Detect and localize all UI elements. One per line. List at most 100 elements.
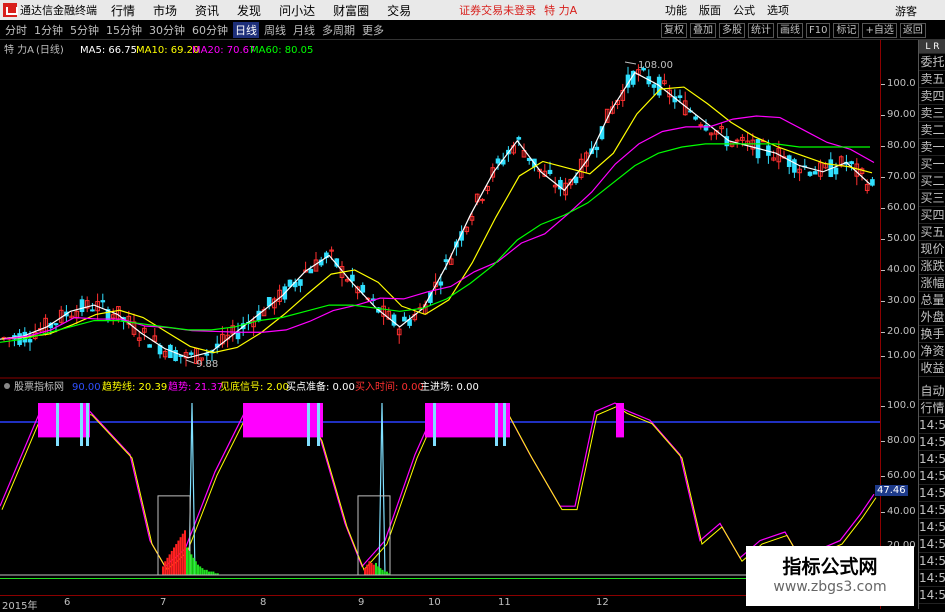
menu-item-trade[interactable]: 交易 <box>387 2 411 19</box>
histogram-bar <box>372 564 375 575</box>
sidebar-tab2-7[interactable]: 14:5 <box>919 502 945 519</box>
ytick-100: 100.0 <box>881 78 916 89</box>
sidebar-tab-4[interactable]: 卖二 <box>919 122 945 139</box>
candle-body <box>573 176 579 184</box>
sidebar-tab-3[interactable]: 卖三 <box>919 105 945 122</box>
period-60min[interactable]: 60分钟 <box>190 22 230 38</box>
sidebar-tab-0[interactable]: 委托 <box>919 54 945 71</box>
stats-button[interactable]: 统计 <box>748 23 774 38</box>
menu-item-quotes[interactable]: 行情 <box>111 2 135 19</box>
period-15min[interactable]: 15分钟 <box>104 22 144 38</box>
menu-item-function[interactable]: 功能 <box>665 2 687 18</box>
ma60-label: MA60: 80.05 <box>250 45 313 56</box>
ma5-line <box>0 71 871 359</box>
login-warning[interactable]: 证券交易未登录 <box>459 2 536 18</box>
indicator-field-4: 买点准备: 0.00 <box>286 380 355 393</box>
period-monthly[interactable]: 月线 <box>291 22 317 38</box>
menu-item-discover[interactable]: 发现 <box>237 2 261 19</box>
sidebar-tab2-10[interactable]: 14:5 <box>919 553 945 570</box>
sidebar-tab2-5[interactable]: 14:5 <box>919 468 945 485</box>
period-tick[interactable]: 分时 <box>3 22 29 38</box>
sidebar-tab-13[interactable]: 涨幅 <box>919 275 945 292</box>
period-more[interactable]: 更多 <box>360 22 386 38</box>
sidebar-tab2-4[interactable]: 14:5 <box>919 451 945 468</box>
histogram-bar <box>192 557 195 575</box>
multi-stock-button[interactable]: 多股 <box>719 23 745 38</box>
menu-item-formula[interactable]: 公式 <box>733 2 755 18</box>
candle-body <box>495 158 501 164</box>
candle-body <box>90 309 95 312</box>
candle-body <box>402 316 407 322</box>
sidebar-tab2-11[interactable]: 14:5 <box>919 570 945 587</box>
adjust-button[interactable]: 复权 <box>661 23 687 38</box>
menu-item-ask[interactable]: 问小达 <box>279 2 315 19</box>
sidebar-tab-9[interactable]: 买四 <box>919 207 945 224</box>
sidebar-tab-8[interactable]: 买三 <box>919 190 945 207</box>
indicator-legend: 股票指标网 90.00 趋势线: 20.39 趋势: 21.37 见底信号: 2… <box>4 380 479 393</box>
ytick-70: 70.00 <box>881 171 916 182</box>
ytick-10: 10.00 <box>881 350 916 361</box>
sidebar-tab-1[interactable]: 卖五 <box>919 71 945 88</box>
sidebar-tab-6[interactable]: 买一 <box>919 156 945 173</box>
sidebar-tab2-8[interactable]: 14:5 <box>919 519 945 536</box>
sidebar-tab-10[interactable]: 买五 <box>919 224 945 241</box>
sidebar-tab2-3[interactable]: 14:5 <box>919 434 945 451</box>
chart-canvas[interactable]: 特 力A (日线) MA5: 66.75 MA10: 69.20 MA20: 7… <box>0 40 880 595</box>
histogram-bar <box>375 562 377 575</box>
back-button[interactable]: 返回 <box>899 23 926 38</box>
mark-button[interactable]: 标记 <box>833 23 860 38</box>
draw-line-button[interactable]: 画线 <box>777 23 803 38</box>
f10-button[interactable]: F10 <box>806 23 831 38</box>
sidebar-tab-16[interactable]: 换手 <box>919 326 945 343</box>
guest-label[interactable]: 游客 <box>895 3 917 19</box>
menu-item-news[interactable]: 资讯 <box>195 2 219 19</box>
sidebar-tab-14[interactable]: 总量 <box>919 292 945 309</box>
sidebar-tab-2[interactable]: 卖四 <box>919 88 945 105</box>
sidebar-tab2-0[interactable]: 自动 <box>919 383 945 400</box>
period-weekly[interactable]: 周线 <box>262 22 288 38</box>
candle-body <box>807 171 813 176</box>
sidebar-tab-5[interactable]: 卖一 <box>919 139 945 156</box>
date-0: 2015年 <box>2 601 38 612</box>
histogram-bar <box>208 571 210 575</box>
signal-bar <box>616 403 624 438</box>
sidebar-tab-11[interactable]: 现价 <box>919 241 945 258</box>
right-menu: 功能 版面 公式 选项 <box>665 0 801 20</box>
sidebar-tab2-6[interactable]: 14:5 <box>919 485 945 502</box>
histogram-bar <box>166 557 169 575</box>
period-5min[interactable]: 5分钟 <box>68 22 101 38</box>
histogram-bar <box>205 569 208 575</box>
signal-stripe <box>433 403 436 446</box>
sidebar-tab2-9[interactable]: 14:5 <box>919 536 945 553</box>
menu-item-options[interactable]: 选项 <box>767 2 789 18</box>
candle-body <box>651 84 657 88</box>
period-30min[interactable]: 30分钟 <box>147 22 187 38</box>
histogram-bar <box>370 562 373 575</box>
sidebar-tab-7[interactable]: 买二 <box>919 173 945 190</box>
candle-body <box>27 339 33 343</box>
period-tag: (日线) <box>36 43 64 56</box>
period-multi[interactable]: 多周期 <box>320 22 357 38</box>
ind-ytick-100: 100.0 <box>881 400 916 411</box>
period-daily[interactable]: 日线 <box>233 22 259 38</box>
sidebar-tab2-1[interactable]: 行情 <box>919 400 945 417</box>
sidebar-tab-17[interactable]: 净资 <box>919 343 945 360</box>
menu-item-market[interactable]: 市场 <box>153 2 177 19</box>
menu-item-layout[interactable]: 版面 <box>699 2 721 18</box>
candle-body <box>438 281 444 286</box>
period-1min[interactable]: 1分钟 <box>32 22 65 38</box>
overlay-button[interactable]: 叠加 <box>690 23 716 38</box>
sidebar-toggle[interactable]: L R <box>919 40 945 54</box>
candle-body <box>53 323 59 326</box>
sidebar-tab-12[interactable]: 涨跌 <box>919 258 945 275</box>
sidebar-tab-18[interactable]: 收益 <box>919 360 945 377</box>
sidebar-tab2-2[interactable]: 14:5 <box>919 417 945 434</box>
sidebar-tab2-12[interactable]: 14:5 <box>919 587 945 604</box>
main-menu: 行情 市场 资讯 发现 问小达 财富圈 交易 <box>111 2 429 19</box>
sidebar-tab-15[interactable]: 外盘 <box>919 309 945 326</box>
ind-ytick-60: 60.00 <box>881 470 916 481</box>
indicator-toggle-icon[interactable] <box>4 383 10 389</box>
menu-item-wealth[interactable]: 财富圈 <box>333 2 369 19</box>
add-watchlist-button[interactable]: +自选 <box>862 23 897 38</box>
ytick-60: 60.00 <box>881 202 916 213</box>
